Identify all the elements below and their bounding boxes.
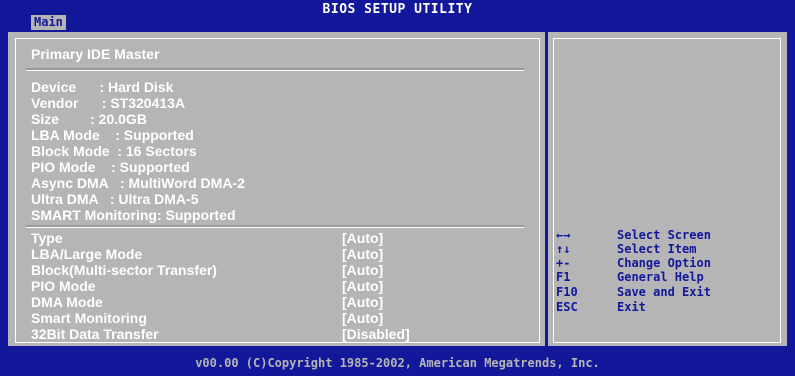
settings-divider [26, 225, 524, 228]
plus-minus-icon: +- [556, 256, 571, 270]
copyright-footer: v00.00 (C)Copyright 1985-2002, American … [195, 356, 600, 370]
f1-key: F1 [556, 270, 571, 284]
title-bar: BIOS SETUP UTILITY Main [0, 0, 795, 30]
setting-label: 32Bit Data Transfer [31, 326, 159, 342]
tab-main[interactable]: Main [31, 15, 66, 30]
setting-value[interactable]: [Auto] [342, 294, 383, 310]
main-panel: Primary IDE Master Device : Hard Disk Ve… [6, 30, 789, 348]
help-desc: General Help [617, 270, 704, 284]
setting-lba-large-mode[interactable]: LBA/Large Mode [Auto] [31, 246, 501, 262]
info-size: Size : 20.0GB [31, 111, 147, 127]
setting-value[interactable]: [Disabled] [342, 326, 410, 342]
help-desc: Select Screen [617, 228, 711, 242]
info-async-dma: Async DMA : MultiWord DMA-2 [31, 175, 245, 191]
setting-label: LBA/Large Mode [31, 246, 143, 262]
setting-smart-monitoring[interactable]: Smart Monitoring [Auto] [31, 310, 501, 326]
setting-label: Smart Monitoring [31, 310, 147, 326]
setting-32bit-transfer[interactable]: 32Bit Data Transfer [Disabled] [31, 326, 501, 342]
info-device: Device : Hard Disk [31, 79, 174, 95]
up-down-arrows-icon: ↑↓ [556, 242, 571, 256]
setting-value[interactable]: [Auto] [342, 246, 383, 262]
window-title: BIOS SETUP UTILITY [322, 2, 473, 17]
page-title: Primary IDE Master [31, 46, 160, 62]
info-vendor: Vendor : ST320413A [31, 95, 186, 111]
setting-label: DMA Mode [31, 294, 103, 310]
setting-value[interactable]: [Auto] [342, 230, 383, 246]
help-desc: Change Option [617, 256, 711, 270]
help-desc: Save and Exit [617, 285, 711, 299]
setting-value[interactable]: [Auto] [342, 278, 383, 294]
help-desc: Select Item [617, 242, 697, 256]
panel-divider [545, 32, 548, 346]
setting-label: Block(Multi-sector Transfer) [31, 262, 217, 278]
esc-key: ESC [556, 300, 578, 314]
setting-label: Type [31, 230, 63, 246]
f10-key: F10 [556, 285, 578, 299]
setting-value[interactable]: [Auto] [342, 310, 383, 326]
info-lba-mode: LBA Mode : Supported [31, 127, 194, 143]
info-smart-monitoring: SMART Monitoring: Supported [31, 207, 236, 223]
help-desc: Exit [617, 300, 646, 314]
info-block-mode: Block Mode : 16 Sectors [31, 143, 197, 159]
left-right-arrows-icon: ←→ [556, 228, 571, 242]
setting-pio-mode[interactable]: PIO Mode [Auto] [31, 278, 501, 294]
setting-block-multi-sector[interactable]: Block(Multi-sector Transfer) [Auto] [31, 262, 501, 278]
setting-value[interactable]: [Auto] [342, 262, 383, 278]
info-ultra-dma: Ultra DMA : Ultra DMA-5 [31, 191, 199, 207]
heading-divider [26, 68, 524, 71]
setting-label: PIO Mode [31, 278, 96, 294]
setting-type[interactable]: Type [Auto] [31, 230, 501, 246]
setting-dma-mode[interactable]: DMA Mode [Auto] [31, 294, 501, 310]
info-pio-mode: PIO Mode : Supported [31, 159, 190, 175]
